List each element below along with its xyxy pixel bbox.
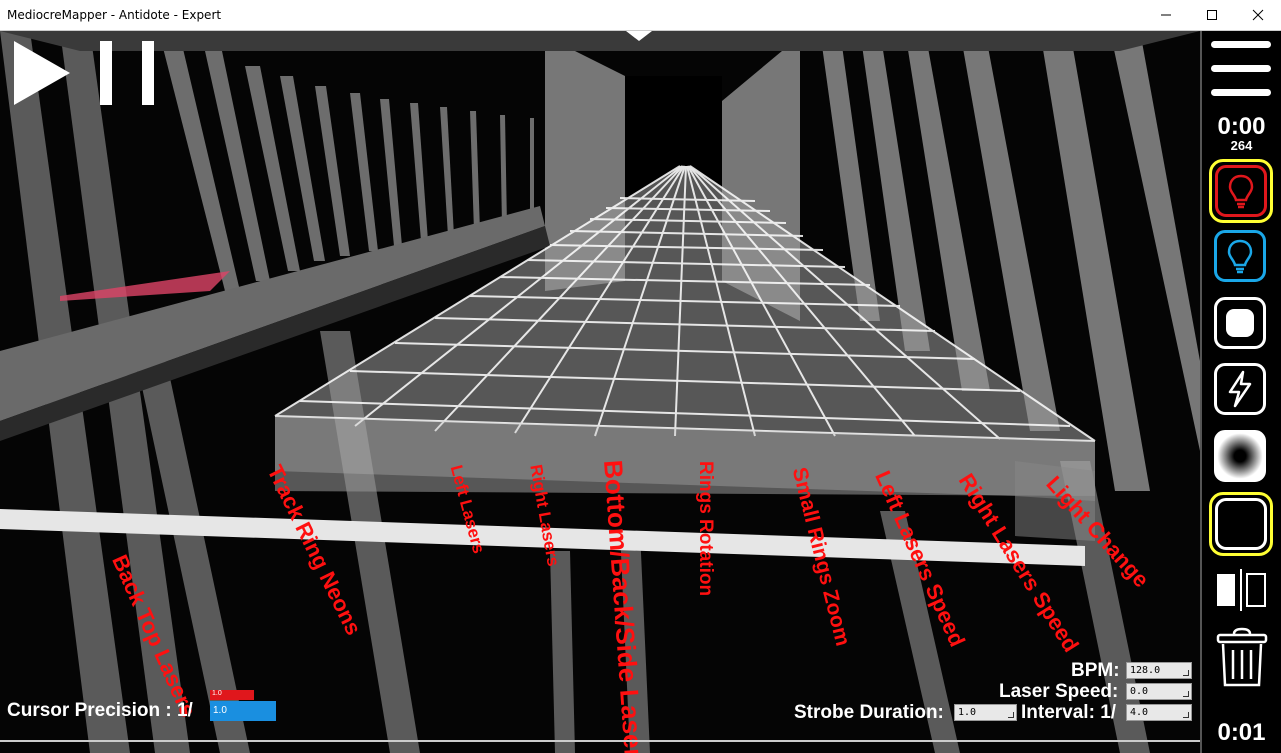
close-icon xyxy=(1252,9,1264,21)
red-light-icon xyxy=(1228,174,1254,209)
flash-icon xyxy=(1228,370,1252,408)
off-icon xyxy=(1226,309,1254,337)
off-event-button[interactable] xyxy=(1209,492,1273,556)
beat-counter: 264 xyxy=(1230,138,1253,153)
strobe-duration-label: Strobe Duration: xyxy=(794,702,944,723)
play-icon xyxy=(14,41,70,105)
timeline-scrubber[interactable] xyxy=(0,740,1200,742)
laser-speed-label: Laser Speed: xyxy=(999,681,1119,702)
right-toolbar: 0:00 264 0:01 xyxy=(1200,31,1281,753)
cursor-precision-label: Cursor Precision : 1/ xyxy=(7,700,193,721)
mirror-icon xyxy=(1217,569,1266,611)
track-scene xyxy=(0,31,1200,753)
interval-label: Interval: 1/ xyxy=(1021,702,1117,723)
red-light-button[interactable] xyxy=(1209,159,1273,223)
cursor-precision-input[interactable]: 1.0 xyxy=(210,701,276,721)
song-time: 0:00 xyxy=(1217,113,1266,140)
maximize-button[interactable] xyxy=(1189,0,1235,30)
pause-icon xyxy=(100,41,154,105)
minimize-button[interactable] xyxy=(1143,0,1189,30)
laser-speed-input[interactable]: 0.0 xyxy=(1126,683,1192,700)
blue-light-icon xyxy=(1227,239,1253,274)
close-button[interactable] xyxy=(1235,0,1281,30)
bottom-time: 0:01 xyxy=(1217,719,1266,746)
bpm-label: BPM: xyxy=(1071,660,1120,681)
delete-button[interactable] xyxy=(1214,627,1270,689)
timeline-marker-icon xyxy=(626,31,652,41)
trash-icon xyxy=(1216,627,1268,687)
interval-input[interactable]: 4.0 xyxy=(1126,704,1192,721)
flash-event-button[interactable] xyxy=(1211,360,1269,418)
maximize-icon xyxy=(1207,10,1217,20)
on-event-button[interactable] xyxy=(1211,294,1269,352)
menu-icon xyxy=(1211,41,1271,96)
cursor-precision-top-input[interactable]: 1.0 xyxy=(210,690,254,700)
strobe-duration-input[interactable]: 1.0 xyxy=(954,704,1017,721)
editor-viewport[interactable]: Back Top Lasers Track Ring Neons Left La… xyxy=(0,31,1200,753)
play-button[interactable] xyxy=(12,39,74,107)
mirror-button[interactable] xyxy=(1214,568,1270,612)
minimize-icon xyxy=(1161,14,1171,16)
track-label-5: Rings Rotation xyxy=(695,461,716,597)
bpm-input[interactable]: 128.0 xyxy=(1126,662,1192,679)
menu-button[interactable] xyxy=(1208,37,1274,101)
blue-light-button[interactable] xyxy=(1211,227,1269,285)
fade-event-button[interactable] xyxy=(1211,427,1269,485)
window-title: MediocreMapper - Antidote - Expert xyxy=(7,8,222,22)
pause-button[interactable] xyxy=(98,39,158,107)
window-titlebar: MediocreMapper - Antidote - Expert xyxy=(0,0,1281,31)
